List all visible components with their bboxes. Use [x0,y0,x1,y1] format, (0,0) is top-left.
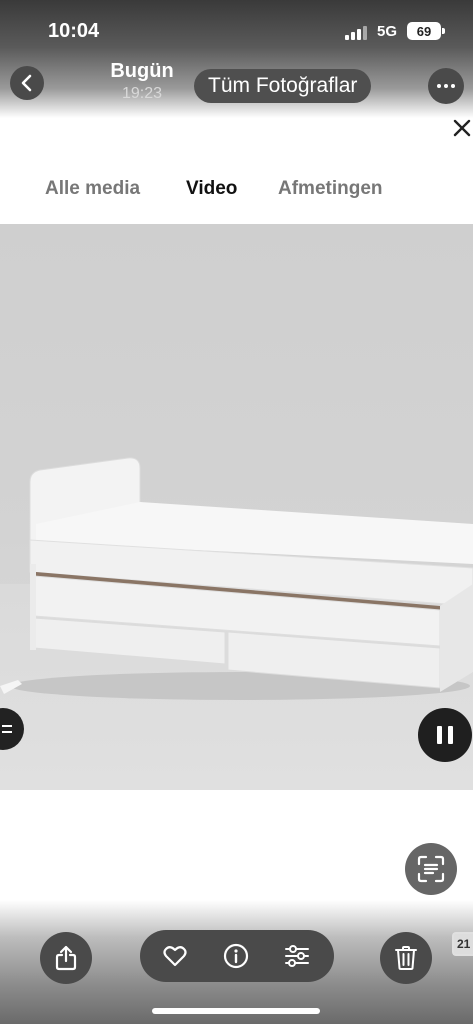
sliders-icon[interactable] [284,943,310,969]
home-indicator[interactable] [152,1008,320,1014]
media-tabs: Alle media Video Afmetingen [0,178,473,208]
network-label: 5G [377,23,398,40]
pause-button[interactable] [418,708,472,762]
battery-level: 69 [416,23,432,39]
heart-icon[interactable] [162,943,188,969]
tab-all-media[interactable]: Alle media [45,178,140,200]
pause-icon [437,726,442,744]
ellipsis-icon [437,84,441,88]
delete-button[interactable] [380,932,432,984]
product-video[interactable] [0,224,473,790]
more-button[interactable] [428,68,464,104]
all-photos-button[interactable]: Tüm Fotoğraflar [194,69,372,103]
status-time: 10:04 [48,20,100,42]
trash-icon [395,946,417,970]
back-button[interactable] [10,66,44,100]
battery-icon: 69 [407,22,445,40]
close-icon[interactable] [452,118,472,138]
share-button[interactable] [40,932,92,984]
share-icon [55,945,77,971]
text-scan-icon [417,855,445,883]
photo-date-title: Bugün 19:23 [92,60,192,103]
bed-image [0,457,473,700]
corner-badge[interactable]: 21 [452,932,473,956]
status-bar: 10:04 5G 69 [0,12,473,52]
photo-time: 19:23 [121,85,163,102]
photo-date: Bugün [110,60,174,82]
action-pill [140,930,334,982]
signal-icon [345,26,369,40]
tab-dimensions[interactable]: Afmetingen [278,178,383,200]
chevron-left-icon [21,74,32,92]
text-scan-button[interactable] [405,843,457,895]
info-icon[interactable] [223,943,249,969]
tab-video[interactable]: Video [186,178,237,200]
